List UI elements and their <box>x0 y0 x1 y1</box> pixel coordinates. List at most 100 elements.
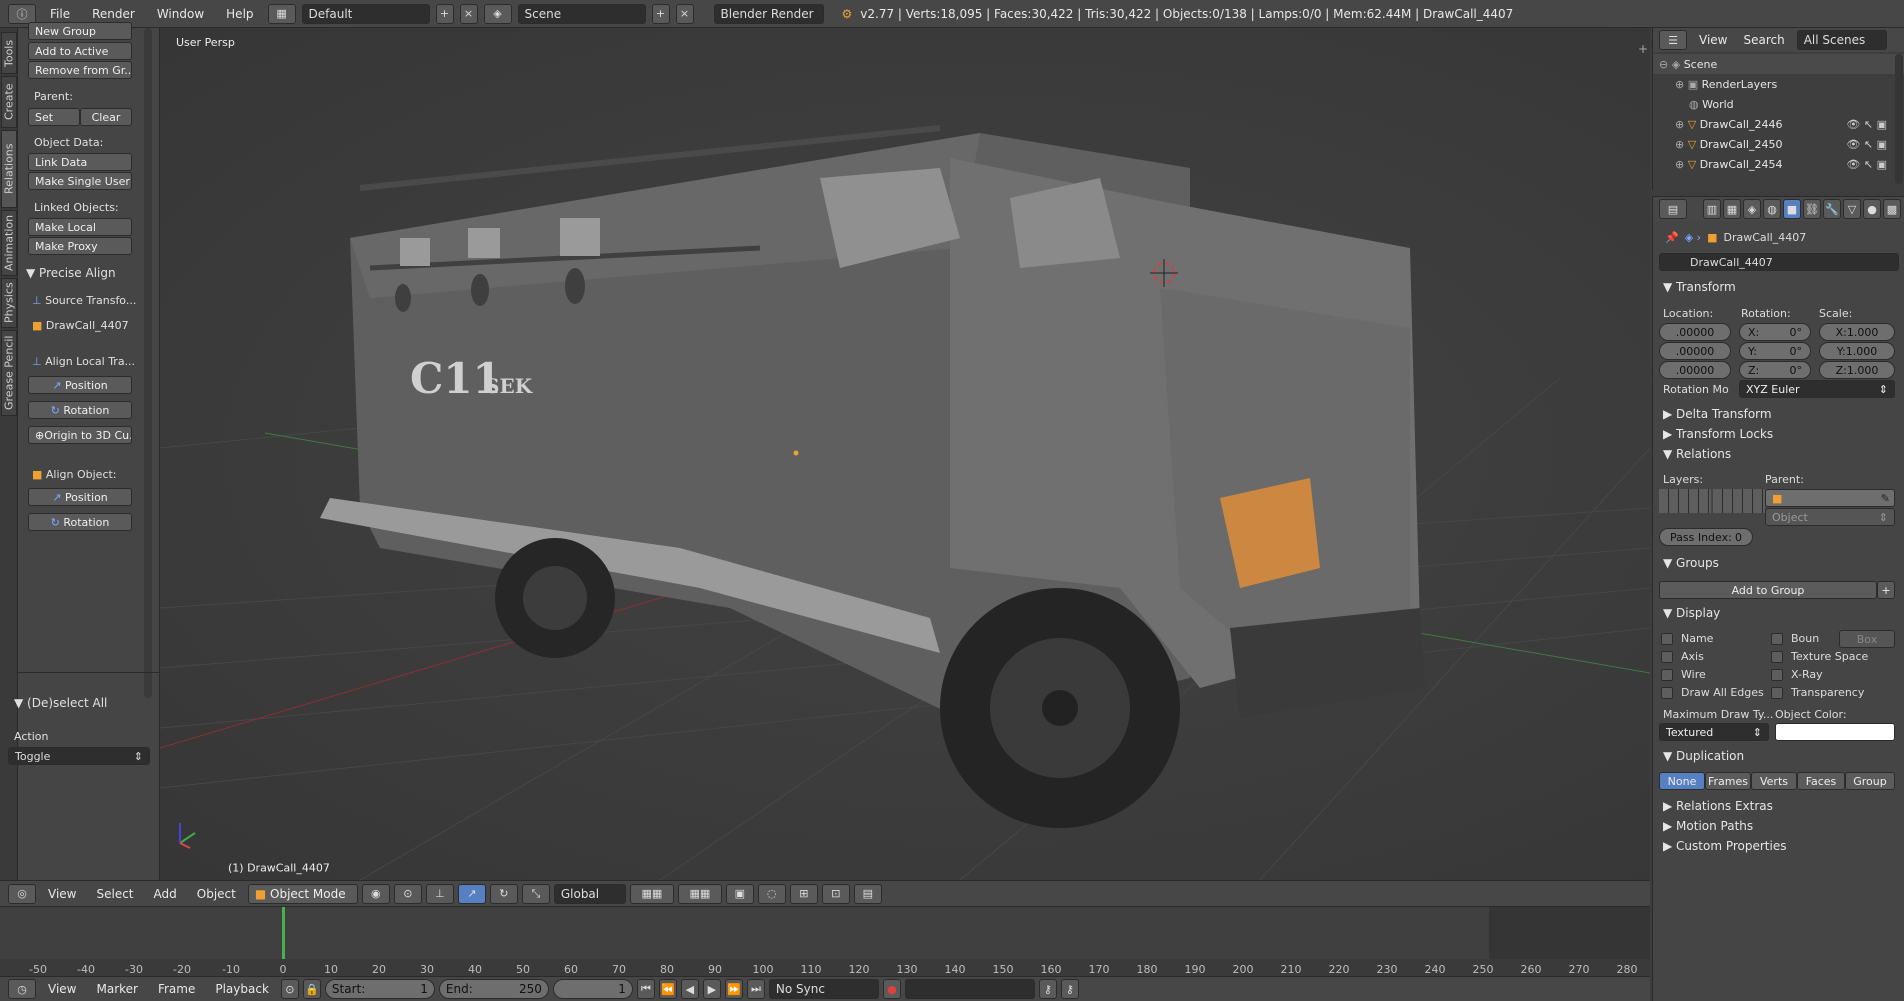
relations-panel-header[interactable]: ▼ Relations <box>1663 447 1731 461</box>
jump-end-icon[interactable]: ⏭ <box>746 979 765 999</box>
menu-file[interactable]: File <box>42 7 78 21</box>
menu-select[interactable]: Select <box>88 887 141 901</box>
orientation-select[interactable]: Global <box>553 883 626 904</box>
delta-transform-panel-header[interactable]: ▶ Delta Transform <box>1663 407 1772 421</box>
tab-relations[interactable]: Relations <box>1 130 17 208</box>
render-engine-select[interactable]: Blender Render <box>713 3 824 24</box>
data-tab-icon[interactable]: ▽ <box>1843 199 1861 219</box>
location-y-field[interactable]: .00000 <box>1659 342 1731 360</box>
layers-grid-icon-2[interactable]: ▦▦ <box>677 883 722 904</box>
object-tab-icon[interactable]: ■ <box>1783 199 1801 219</box>
origin-to-3d-cursor-button[interactable]: ⊕ Origin to 3D Cu... <box>28 426 132 444</box>
prev-keyframe-icon[interactable]: ⏪ <box>658 979 677 999</box>
editor-type-icon[interactable]: ▤ <box>1659 199 1687 219</box>
scale-z-field[interactable]: Z:1.000 <box>1819 361 1895 379</box>
constraints-tab-icon[interactable]: ⛓ <box>1803 199 1821 219</box>
visibility-eye-icon[interactable]: 👁 ↖ ▣ <box>1846 158 1887 171</box>
layout-icon[interactable]: ▦ <box>267 3 296 24</box>
add-to-group-button[interactable]: Add to Group <box>1659 581 1877 599</box>
rotation-x-field[interactable]: X: 0° <box>1739 323 1811 341</box>
source-transform-item[interactable]: ⊥ Source Transfo... <box>32 294 136 307</box>
wire-checkbox[interactable] <box>1661 669 1673 681</box>
play-icon[interactable]: ▶ <box>702 979 721 999</box>
tab-create[interactable]: Create <box>1 76 17 128</box>
layers-grid-1[interactable] <box>1659 489 1711 513</box>
manipulator-toggle-icon[interactable]: ⊥ <box>425 883 454 904</box>
location-z-field[interactable]: .00000 <box>1659 361 1731 379</box>
editor-type-icon[interactable]: ◷ <box>8 979 36 999</box>
align-rotation-button[interactable]: ↻ Rotation <box>28 401 132 419</box>
menu-view[interactable]: View <box>1695 33 1731 47</box>
pass-index-field[interactable]: Pass Index: 0 <box>1659 528 1753 546</box>
play-reverse-icon[interactable]: ◀ <box>680 979 699 999</box>
pivot-point-icon[interactable]: ⊙ <box>393 883 422 904</box>
editor-type-icon[interactable]: ◎ <box>8 883 36 904</box>
record-icon[interactable]: ● <box>882 979 901 999</box>
mode-select[interactable]: ■ Object Mode <box>247 883 358 904</box>
lock-icon[interactable]: 🔒 <box>302 979 321 999</box>
groups-panel-header[interactable]: ▼ Groups <box>1663 556 1719 570</box>
outliner-item-drawcall-2450[interactable]: ⊕ ▽ DrawCall_2450 👁 ↖ ▣ <box>1653 134 1904 154</box>
keying-set-field[interactable] <box>904 979 1035 999</box>
action-select[interactable]: Toggle ⇕ <box>8 747 150 765</box>
dup-frames-button[interactable]: Frames <box>1705 772 1751 790</box>
bounds-checkbox[interactable] <box>1771 633 1783 645</box>
dup-faces-button[interactable]: Faces <box>1797 772 1845 790</box>
texture-space-checkbox[interactable] <box>1771 651 1783 663</box>
precise-align-panel-header[interactable]: ▼ Precise Align <box>26 266 116 280</box>
dup-verts-button[interactable]: Verts <box>1751 772 1797 790</box>
jump-start-icon[interactable]: ⏮ <box>636 979 655 999</box>
parent-clear-button[interactable]: Clear <box>80 108 132 126</box>
transform-panel-header[interactable]: ▼ Transform <box>1663 280 1736 294</box>
layout-select[interactable]: Default <box>301 3 430 24</box>
preview-range-icon[interactable]: ⊙ <box>280 979 299 999</box>
scale-y-field[interactable]: Y:1.000 <box>1819 342 1895 360</box>
delete-keyframe-icon[interactable]: ⚷ <box>1060 979 1079 999</box>
render-layer-tab-icon[interactable]: ▦ <box>1723 199 1741 219</box>
opengl-render-icon[interactable]: ▤ <box>853 883 882 904</box>
remove-from-group-button[interactable]: Remove from Gr... <box>28 61 132 79</box>
align-position-button[interactable]: ↗ Position <box>28 376 132 394</box>
deselect-all-panel-header[interactable]: ▼ (De)select All <box>14 696 107 710</box>
add-layout-icon[interactable]: + <box>435 3 454 24</box>
viewport-shading-icon[interactable]: ◉ <box>361 883 390 904</box>
draw-all-edges-checkbox[interactable] <box>1661 687 1673 699</box>
name-checkbox[interactable] <box>1661 633 1673 645</box>
proportional-edit-icon[interactable]: ◌ <box>757 883 786 904</box>
menu-window[interactable]: Window <box>149 7 212 21</box>
shelf-scrollbar[interactable] <box>144 28 152 698</box>
align-object-rotation-button[interactable]: ↻ Rotation <box>28 513 132 531</box>
outliner-item-world[interactable]: ◍ World <box>1653 94 1904 114</box>
relations-extras-panel-header[interactable]: ▶ Relations Extras <box>1663 799 1773 813</box>
render-tab-icon[interactable]: ▥ <box>1703 199 1721 219</box>
rotation-y-field[interactable]: Y: 0° <box>1739 342 1811 360</box>
start-frame-field[interactable]: Start: 1 <box>324 979 435 999</box>
scale-x-field[interactable]: X:1.000 <box>1819 323 1895 341</box>
pin-icon[interactable]: 📌 <box>1665 231 1679 244</box>
add-to-active-button[interactable]: Add to Active <box>28 42 132 60</box>
timeline-area[interactable]: -50 -40 -30 -20 -10 0 10 20 30 40 50 60 … <box>0 906 1650 977</box>
scale-manipulator-icon[interactable]: ⤡ <box>521 883 550 904</box>
dup-none-button[interactable]: None <box>1659 772 1705 790</box>
menu-add[interactable]: Add <box>146 887 185 901</box>
menu-playback[interactable]: Playback <box>207 982 277 996</box>
end-frame-field[interactable]: End: 250 <box>438 979 549 999</box>
outliner-item-drawcall-2446[interactable]: ⊕ ▽ DrawCall_2446 👁 ↖ ▣ <box>1653 114 1904 134</box>
menu-frame[interactable]: Frame <box>150 982 203 996</box>
insert-keyframe-icon[interactable]: ⚷ <box>1038 979 1057 999</box>
layers-grid-2[interactable] <box>1713 489 1765 513</box>
bounds-type-select[interactable]: Box <box>1839 630 1895 648</box>
current-frame-field[interactable]: 1 <box>552 979 633 999</box>
sync-select[interactable]: No Sync <box>768 979 879 999</box>
menu-view[interactable]: View <box>40 887 84 901</box>
current-frame-marker[interactable] <box>282 907 285 959</box>
texture-tab-icon[interactable]: ▩ <box>1883 199 1901 219</box>
align-object-item[interactable]: ■ Align Object: <box>32 468 117 481</box>
new-group-button[interactable]: New Group <box>28 22 132 40</box>
object-name-field[interactable]: DrawCall_4407 <box>1659 253 1899 271</box>
remove-layout-icon[interactable]: × <box>459 3 478 24</box>
tab-tools[interactable]: Tools <box>1 32 17 74</box>
render-layer-icon[interactable]: ▣ <box>725 883 754 904</box>
make-local-button[interactable]: Make Local <box>28 218 132 236</box>
tab-physics[interactable]: Physics <box>1 278 17 328</box>
